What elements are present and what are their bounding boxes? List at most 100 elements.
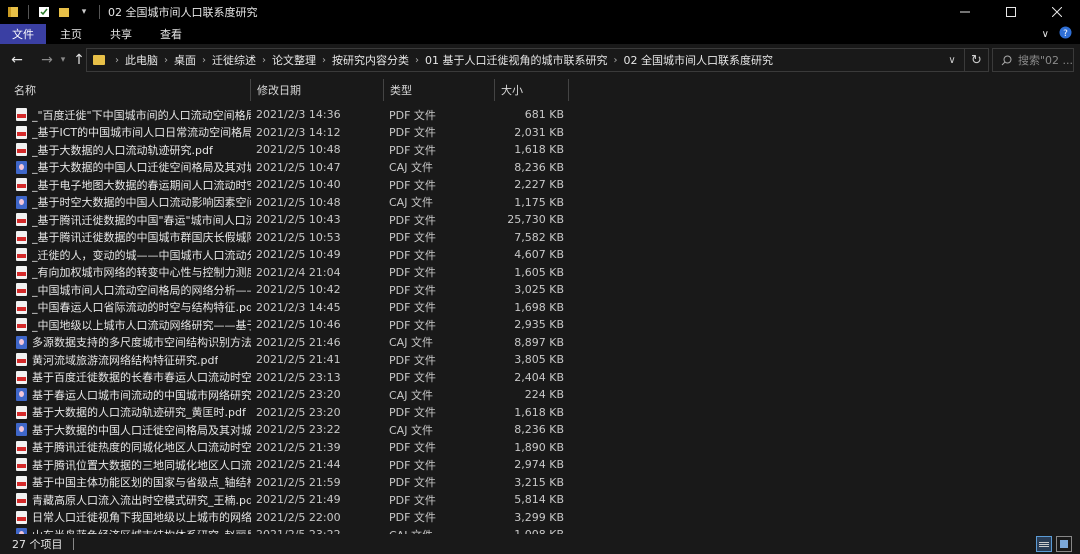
file-row[interactable]: 基于中国主体功能区划的国家与省级点_轴结构... 2021/2/5 21:59 PD… (8, 474, 1068, 492)
file-size: 1,618 KB (514, 405, 564, 419)
file-type: PDF 文件 (389, 353, 436, 367)
recent-locations-button[interactable]: ▾ (58, 49, 68, 71)
file-type: PDF 文件 (389, 458, 436, 472)
tab-share[interactable]: 共享 (96, 24, 146, 44)
chevron-right-icon[interactable]: › (262, 55, 266, 66)
file-row[interactable]: _中国春运人口省际流动的时空与结构特征.pdf 2021/2/3 14:45 PDF… (8, 299, 1068, 317)
file-name: _基于时空大数据的中国人口流动影响因素空间... (32, 196, 251, 210)
refresh-icon[interactable]: ↻ (964, 49, 988, 71)
file-row[interactable]: 基于春运人口城市间流动的中国城市网络研究.caj 2021/2/5 23:20 CA… (8, 386, 1068, 404)
file-size: 2,974 KB (514, 458, 564, 472)
file-row[interactable]: 多源数据支持的多尺度城市空间结构识别方法及... 2021/2/5 21:46 CA… (8, 334, 1068, 352)
expand-ribbon-icon[interactable]: ∨ (1042, 29, 1049, 40)
ribbon-controls: ∨ ? (1042, 24, 1072, 44)
file-size: 2,031 KB (514, 125, 564, 139)
file-name-cell: 黄河流域旅游流网络结构特征研究.pdf (8, 352, 251, 368)
breadcrumb-item[interactable]: 此电脑 (125, 52, 158, 68)
minimize-button[interactable] (942, 0, 988, 24)
file-row[interactable]: _中国地级以上城市人口流动网络研究——基于... 2021/2/5 10:46 PD… (8, 316, 1068, 334)
chevron-right-icon[interactable]: › (202, 55, 206, 66)
file-name: _基于电子地图大数据的春运期间人口流动时空... (32, 178, 251, 192)
pdf-file-icon (16, 405, 27, 419)
address-bar[interactable]: › 此电脑 › 桌面 › 迁徙综述 › 论文整理 › 按研究内容分类 › 01 … (86, 48, 989, 72)
file-row[interactable]: _基于时空大数据的中国人口流动影响因素空间... 2021/2/5 10:48 CA… (8, 194, 1068, 212)
back-button[interactable]: ← (6, 49, 28, 71)
file-row[interactable]: _有向加权城市网络的转变中心性与控制力测度-... 2021/2/4 21:04 P… (8, 264, 1068, 282)
file-date: 2021/2/4 21:04 (256, 265, 341, 279)
chevron-right-icon[interactable]: › (164, 55, 168, 66)
tab-view[interactable]: 查看 (146, 24, 196, 44)
new-folder-icon[interactable] (57, 5, 71, 19)
breadcrumb-item[interactable]: 02 全国城市间人口联系度研究 (624, 52, 774, 68)
file-type: CAJ 文件 (389, 196, 433, 210)
chevron-right-icon[interactable]: › (322, 55, 326, 66)
file-row[interactable]: _迁徙的人，变动的城——中国城市人口流动分... 2021/2/5 10:49 PD… (8, 246, 1068, 264)
file-name: 基于中国主体功能区划的国家与省级点_轴结构... (32, 476, 251, 490)
file-name-cell: _基于腾讯迁徙数据的中国"春运"城市间人口流... (8, 212, 251, 228)
file-size: 7,582 KB (514, 230, 564, 244)
file-row[interactable]: 山东半岛蓝色经济区城市结构体系研究_赵丽是...2021/2/5 23:22CA… (8, 526, 1068, 534)
file-name: _迁徙的人，变动的城——中国城市人口流动分... (32, 248, 251, 262)
details-view-button[interactable] (1036, 536, 1052, 552)
file-date: 2021/2/5 10:43 (256, 213, 341, 227)
file-name-cell: _基于大数据的中国人口迁徙空间格局及其对城... (8, 159, 251, 175)
column-header-type[interactable]: 类型 (384, 79, 495, 101)
tab-file[interactable]: 文件 (0, 24, 46, 44)
pdf-file-icon (16, 125, 27, 139)
file-row[interactable]: 基于腾讯位置大数据的三地同城化地区人口流动... 2021/2/5 21:44 PD… (8, 456, 1068, 474)
file-type: PDF 文件 (389, 266, 436, 280)
pdf-file-icon (16, 475, 27, 489)
column-header-name[interactable]: 名称 (8, 79, 251, 101)
column-header-date[interactable]: 修改日期 (251, 79, 384, 101)
file-row[interactable]: 基于大数据的中国人口迁徙空间格局及其对城镇... 2021/2/5 23:22 CA… (8, 421, 1068, 439)
file-name-cell: 基于中国主体功能区划的国家与省级点_轴结构... (8, 474, 251, 490)
address-dropdown-icon[interactable]: ∨ (940, 49, 964, 71)
breadcrumb-item[interactable]: 桌面 (174, 52, 196, 68)
chevron-right-icon[interactable]: › (415, 55, 419, 66)
close-button[interactable] (1034, 0, 1080, 24)
separator (28, 5, 29, 19)
breadcrumb-item[interactable]: 01 基于人口迁徙视角的城市联系研究 (425, 52, 608, 68)
file-row[interactable]: _基于大数据的人口流动轨迹研究.pdf 2021/2/5 10:48 PDF 文件 1… (8, 141, 1068, 159)
file-row[interactable]: _基于ICT的中国城市间人口日常流动空间格局—... 2021/2/3 14:12… (8, 124, 1068, 142)
chevron-right-icon[interactable]: › (115, 55, 119, 66)
file-row[interactable]: _基于腾讯迁徙数据的中国"春运"城市间人口流... 2021/2/5 10:43 P… (8, 211, 1068, 229)
file-name-cell: _迁徙的人，变动的城——中国城市人口流动分... (8, 247, 251, 263)
help-icon[interactable]: ? (1059, 26, 1072, 42)
maximize-button[interactable] (988, 0, 1034, 24)
pdf-file-icon (16, 510, 27, 524)
pdf-file-icon (16, 318, 27, 332)
caj-file-icon (16, 160, 27, 174)
file-row[interactable]: 基于大数据的人口流动轨迹研究_黄匡时.pdf 2021/2/5 23:20 PDF … (8, 404, 1068, 422)
chevron-right-icon[interactable]: › (614, 55, 618, 66)
file-name-cell: _中国地级以上城市人口流动网络研究——基于... (8, 317, 251, 333)
breadcrumb-item[interactable]: 迁徙综述 (212, 52, 256, 68)
column-header-size[interactable]: 大小 (495, 79, 569, 101)
file-name: _基于腾讯迁徙数据的中国"春运"城市间人口流... (32, 213, 251, 227)
file-row[interactable]: 基于腾讯迁徙热度的同城化地区人口流动时空间... 2021/2/5 21:39 PD… (8, 439, 1068, 457)
file-row[interactable]: _中国城市间人口流动空间格局的网络分析——... 2021/2/5 10:42 PD… (8, 281, 1068, 299)
breadcrumb-item[interactable]: 论文整理 (272, 52, 316, 68)
file-name-cell: _基于腾讯迁徙数据的中国城市群国庆长假城际... (8, 229, 251, 245)
chevron-down-icon[interactable]: ▾ (77, 5, 91, 19)
file-row[interactable]: 青藏高原人口流入流出时空模式研究_王楠.pdf 2021/2/5 21:49 PDF… (8, 491, 1068, 509)
properties-icon[interactable] (37, 5, 51, 19)
file-row[interactable]: 日常人口迁徙视角下我国地级以上城市的网络联... 2021/2/5 22:00 PD… (8, 509, 1068, 527)
file-size: 3,299 KB (514, 510, 564, 524)
file-row[interactable]: 黄河流域旅游流网络结构特征研究.pdf 2021/2/5 21:41 PDF 文件 3… (8, 351, 1068, 369)
file-row[interactable]: _"百度迁徙"下中国城市间的人口流动空间格局.... 2021/2/3 14:36… (8, 106, 1068, 124)
file-name-cell: 基于大数据的中国人口迁徙空间格局及其对城镇... (8, 422, 251, 438)
file-type: PDF 文件 (389, 231, 436, 245)
file-row[interactable]: _基于大数据的中国人口迁徙空间格局及其对城... 2021/2/5 10:47 CA… (8, 159, 1068, 177)
file-row[interactable]: _基于腾讯迁徙数据的中国城市群国庆长假城际... 2021/2/5 10:53 PD… (8, 229, 1068, 247)
file-row[interactable]: _基于电子地图大数据的春运期间人口流动时空... 2021/2/5 10:40 PD… (8, 176, 1068, 194)
search-box[interactable]: 搜索"02 ... (992, 48, 1074, 72)
file-name-cell: 基于大数据的人口流动轨迹研究_黄匡时.pdf (8, 404, 251, 420)
forward-button[interactable]: → (36, 49, 58, 71)
file-date: 2021/2/5 10:48 (256, 195, 341, 209)
tab-home[interactable]: 主页 (46, 24, 96, 44)
file-row[interactable]: 基于百度迁徙数据的长春市春运人口流动时空格... 2021/2/5 23:13 PD… (8, 369, 1068, 387)
large-icons-view-button[interactable] (1056, 536, 1072, 552)
file-date: 2021/2/3 14:45 (256, 300, 341, 314)
breadcrumb-item[interactable]: 按研究内容分类 (332, 52, 409, 68)
